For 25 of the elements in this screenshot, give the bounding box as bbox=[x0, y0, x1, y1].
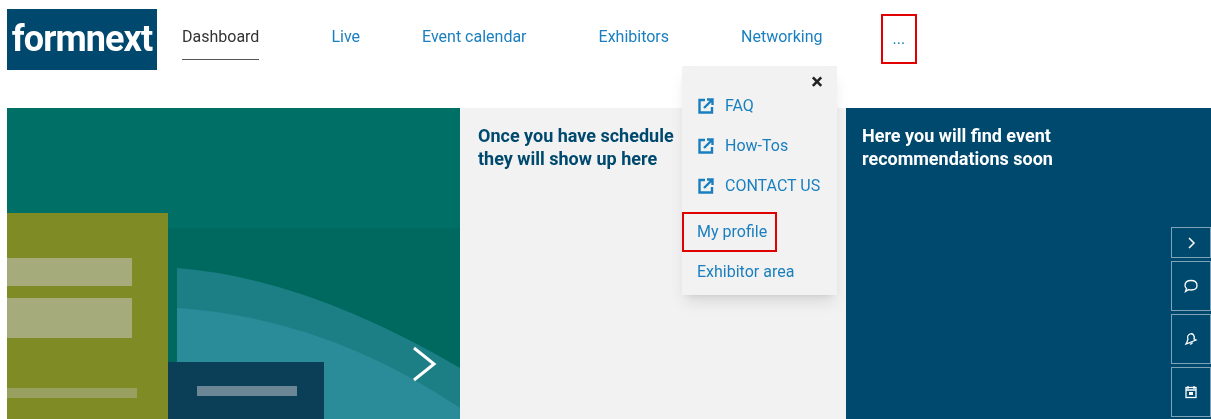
nav-link[interactable]: Exhibitors bbox=[598, 14, 670, 60]
side-button[interactable] bbox=[1171, 261, 1211, 311]
external-link-icon bbox=[697, 177, 715, 195]
close-button[interactable]: × bbox=[811, 74, 823, 90]
side-button[interactable] bbox=[1171, 227, 1211, 258]
side-button[interactable] bbox=[1171, 367, 1211, 417]
external-link-icon bbox=[697, 137, 715, 155]
menu-item[interactable]: How-Tos bbox=[697, 132, 789, 160]
nav-link[interactable]: Live bbox=[331, 14, 361, 60]
menu-item[interactable]: CONTACT US bbox=[697, 172, 821, 200]
card-title: Here you will find event recommendations soon bbox=[862, 124, 1054, 170]
side-button[interactable] bbox=[1171, 314, 1211, 364]
card-text: they will show up here bbox=[478, 147, 658, 170]
nav-link[interactable]: Event calendar bbox=[422, 14, 527, 60]
nav-link[interactable]: Dashboard bbox=[182, 14, 260, 60]
menu-item[interactable]: My profile bbox=[682, 212, 778, 252]
logo[interactable]: formnext bbox=[7, 8, 157, 70]
nav-link[interactable]: Networking bbox=[741, 14, 823, 60]
external-link-icon bbox=[697, 97, 715, 115]
nav-link[interactable]: ... bbox=[880, 14, 918, 64]
menu-item[interactable]: Exhibitor area bbox=[697, 258, 795, 286]
chat-bubble-icon bbox=[1182, 277, 1200, 295]
calendar-icon bbox=[1182, 383, 1200, 401]
menu-item[interactable]: FAQ bbox=[697, 92, 754, 120]
card-text: Once you have schedule bbox=[478, 124, 674, 147]
